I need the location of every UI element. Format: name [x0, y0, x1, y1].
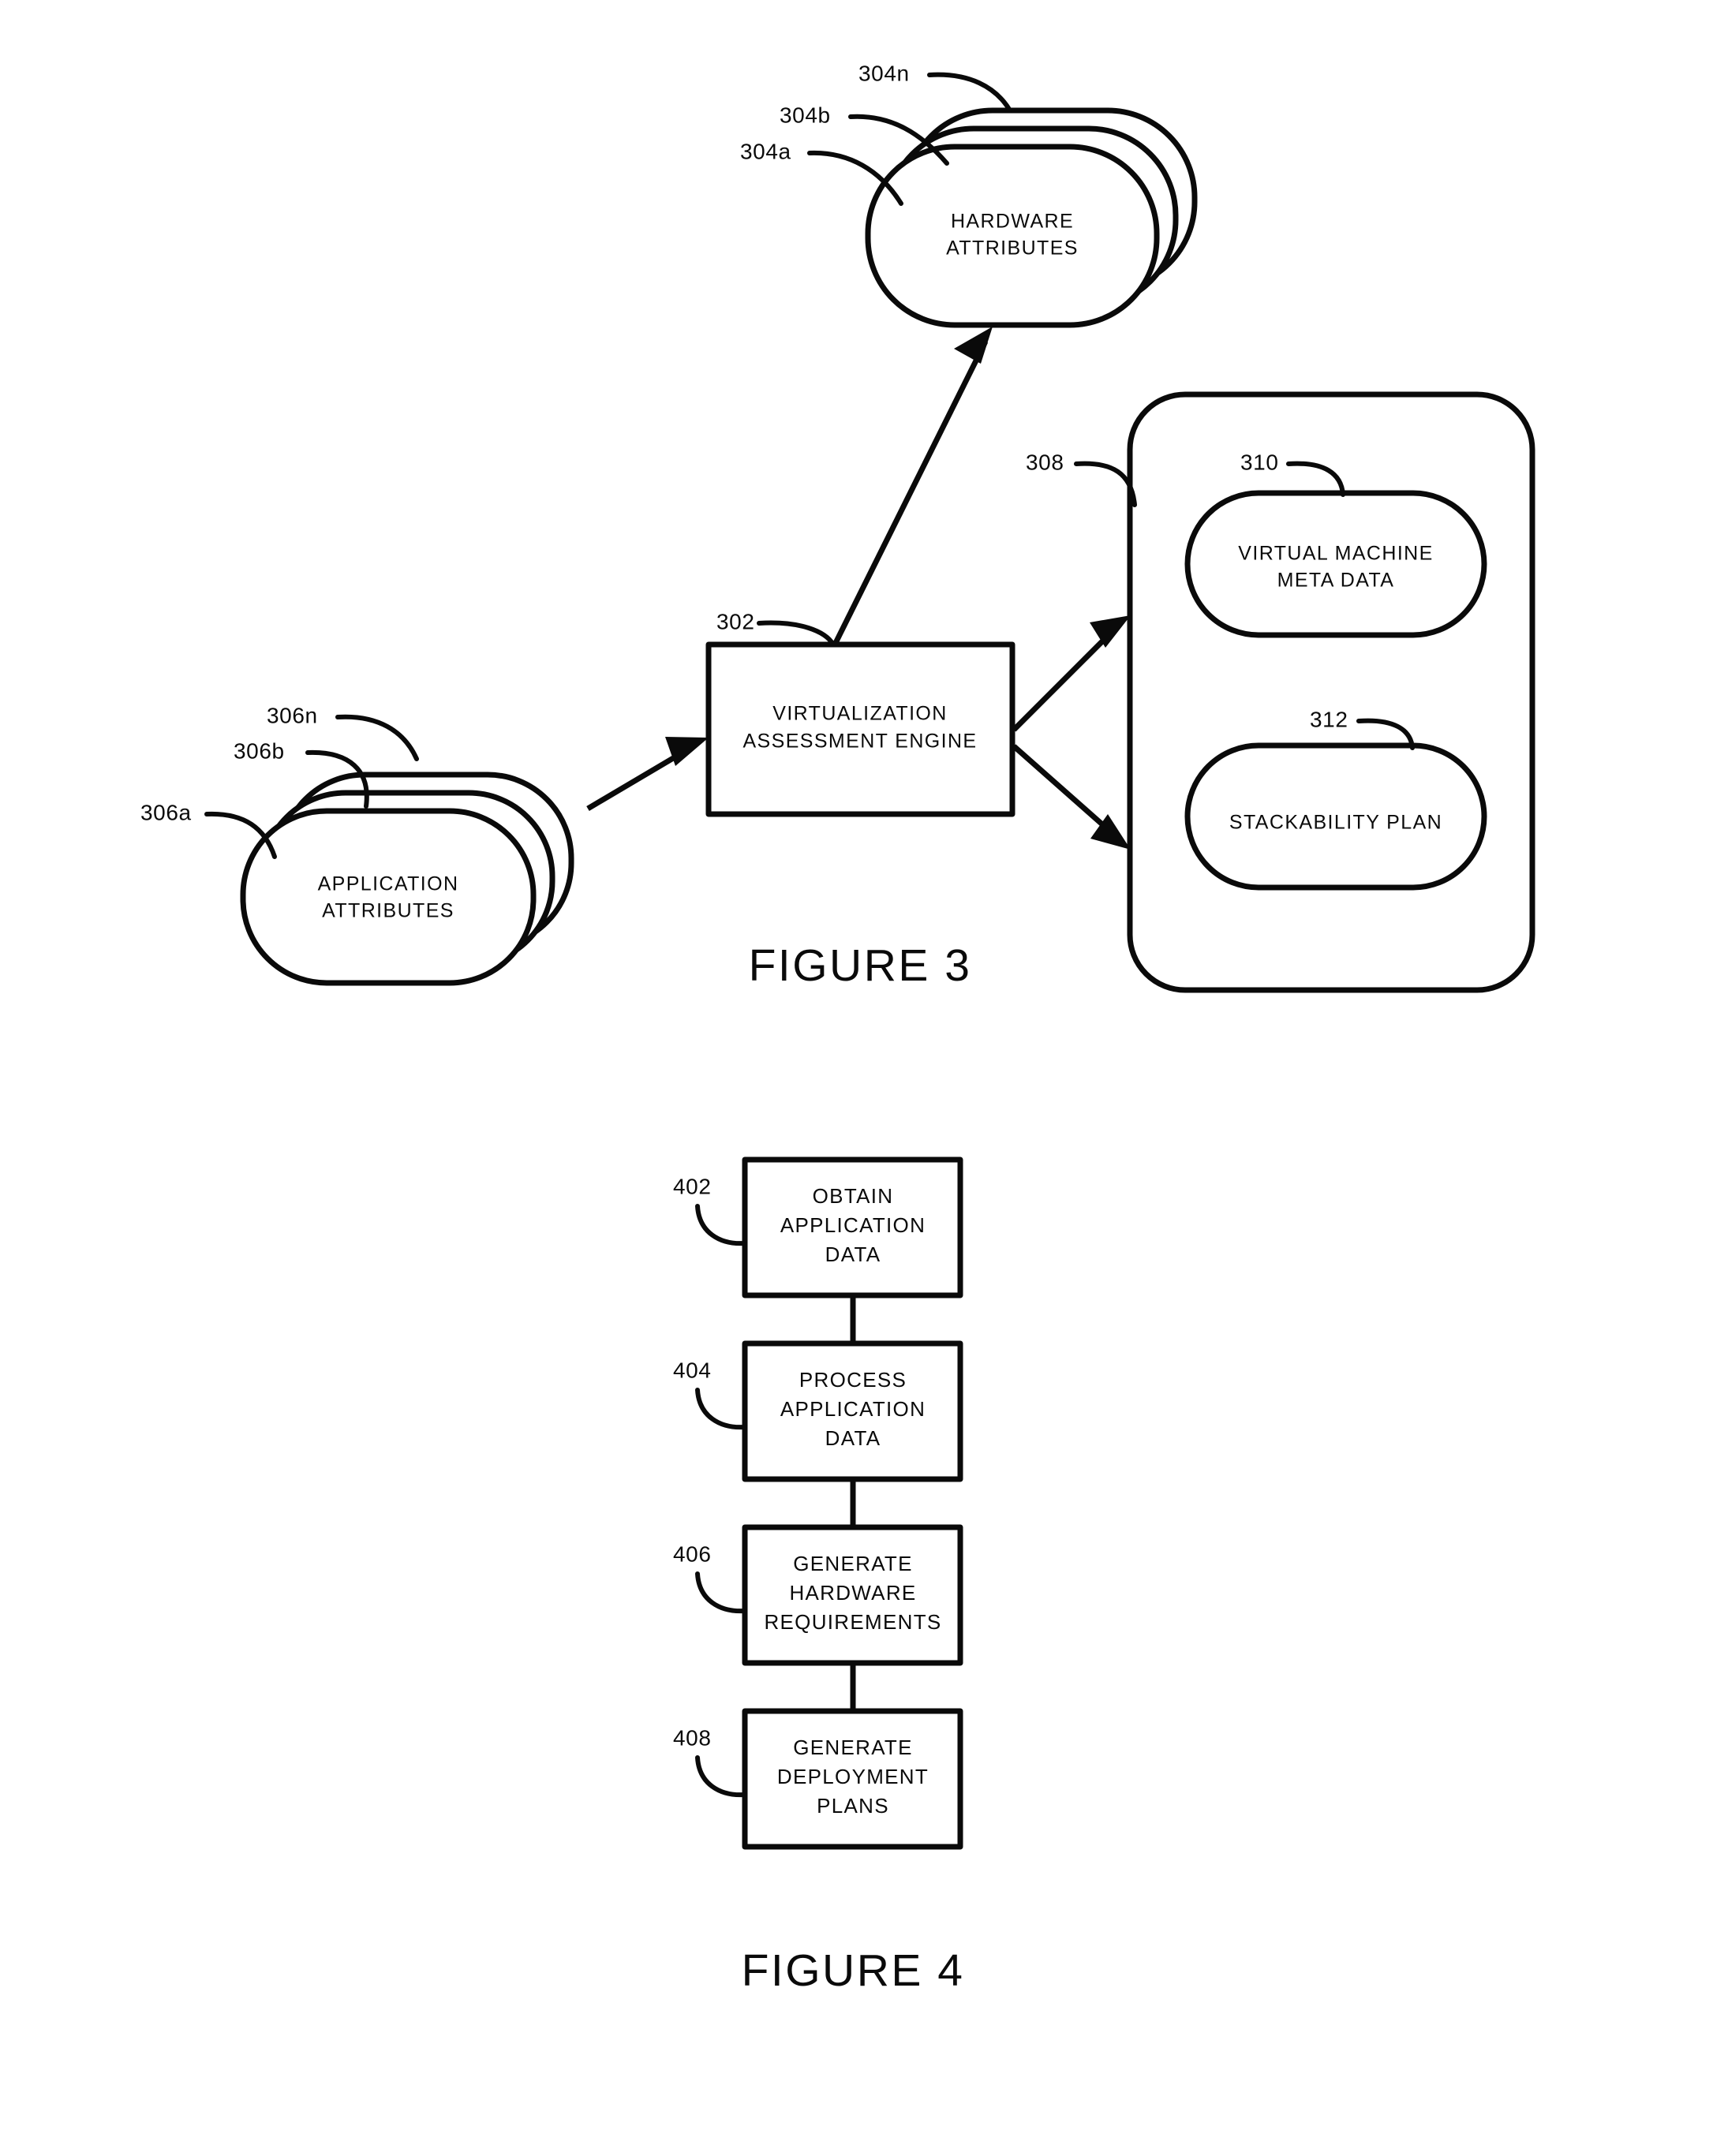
arrow-engine-to-container-upper-line: [1012, 626, 1118, 732]
ref-label-302: 302: [716, 609, 755, 633]
virtual-machine-meta-data-label-line2: META DATA: [1277, 570, 1395, 592]
figure-4-diagram: OBTAIN APPLICATION DATA 402 PROCESS APPL…: [673, 1156, 965, 1996]
figure-3-caption: FIGURE 3: [749, 940, 972, 991]
application-attributes-stack: APPLICATION ATTRIBUTES: [240, 772, 574, 986]
ref-label-310: 310: [1240, 450, 1279, 474]
stackability-plan-label: STACKABILITY PLAN: [1229, 812, 1442, 834]
ref-label-304a: 304a: [740, 139, 791, 163]
flow-box-408-line1: GENERATE: [793, 1736, 913, 1759]
leader-line-408: [695, 1755, 747, 1798]
flow-box-408-line3: PLANS: [817, 1794, 889, 1818]
application-attributes-sheet-a: [240, 808, 537, 986]
hardware-attributes-sheet-a: [865, 144, 1160, 328]
output-container-box: [1127, 391, 1535, 993]
leader-line-306n: [335, 714, 419, 761]
ref-label-304n: 304n: [858, 61, 910, 85]
ref-label-306b: 306b: [234, 738, 285, 763]
application-attributes-label-line1: APPLICATION: [318, 873, 459, 895]
flow-step-404: PROCESS APPLICATION DATA 404: [673, 1340, 963, 1482]
figure-3-diagram: HARDWARE ATTRIBUTES 304n 304b 304a APPLI…: [140, 61, 1535, 993]
flow-box-404-line1: PROCESS: [799, 1368, 907, 1392]
flow-box-404-line2: APPLICATION: [780, 1397, 926, 1421]
leader-line-402: [695, 1204, 747, 1246]
ref-label-408: 408: [673, 1725, 712, 1750]
leader-line-302: [757, 620, 836, 647]
ref-label-308: 308: [1026, 450, 1064, 474]
leader-line-404: [695, 1388, 747, 1430]
ref-label-312: 312: [1310, 707, 1348, 731]
flow-box-402-line2: APPLICATION: [780, 1213, 926, 1237]
flow-box-406-line2: HARDWARE: [789, 1581, 916, 1605]
engine-box: [705, 641, 1015, 817]
engine-label-line2: ASSESSMENT ENGINE: [742, 730, 977, 753]
patent-drawing-sheet: HARDWARE ATTRIBUTES 304n 304b 304a APPLI…: [0, 0, 1713, 2156]
engine-label-line1: VIRTUALIZATION: [772, 703, 947, 725]
virtualization-assessment-engine-node: VIRTUALIZATION ASSESSMENT ENGINE 302: [705, 609, 1015, 817]
leader-line-304n: [927, 72, 1012, 113]
flow-box-402-line3: DATA: [825, 1242, 881, 1266]
ref-label-406: 406: [673, 1541, 712, 1566]
application-attributes-label-line2: ATTRIBUTES: [322, 900, 454, 922]
leader-line-308: [1074, 461, 1137, 507]
flow-box-406-line1: GENERATE: [793, 1552, 913, 1575]
flow-box-404-line3: DATA: [825, 1426, 881, 1450]
flow-step-408: GENERATE DEPLOYMENT PLANS 408: [673, 1708, 963, 1850]
output-container-308: VIRTUAL MACHINE META DATA STACKABILITY P…: [1026, 391, 1535, 993]
leader-line-406: [695, 1571, 747, 1614]
flow-box-402-line1: OBTAIN: [813, 1184, 894, 1208]
virtual-machine-meta-data-label-line1: VIRTUAL MACHINE: [1238, 543, 1433, 565]
ref-label-404: 404: [673, 1358, 712, 1382]
flow-box-408-line2: DEPLOYMENT: [777, 1765, 929, 1788]
arrow-engine-to-hardware-line: [832, 340, 989, 646]
ref-label-402: 402: [673, 1174, 712, 1198]
ref-label-306n: 306n: [267, 703, 318, 727]
flow-box-406-line3: REQUIREMENTS: [764, 1610, 941, 1634]
ref-label-304b: 304b: [780, 103, 831, 127]
flow-step-406: GENERATE HARDWARE REQUIREMENTS 406: [673, 1524, 963, 1666]
figure-4-caption: FIGURE 4: [742, 1945, 965, 1996]
hardware-attributes-label-line1: HARDWARE: [951, 211, 1074, 233]
ref-label-306a: 306a: [140, 800, 192, 824]
arrow-engine-to-container-lower-line: [1012, 744, 1118, 839]
hardware-attributes-stack: HARDWARE ATTRIBUTES: [865, 107, 1198, 328]
arrow-engine-to-container-upper-head: [1090, 615, 1131, 648]
flow-step-402: OBTAIN APPLICATION DATA 402: [673, 1156, 963, 1298]
hardware-attributes-label-line2: ATTRIBUTES: [946, 237, 1079, 260]
